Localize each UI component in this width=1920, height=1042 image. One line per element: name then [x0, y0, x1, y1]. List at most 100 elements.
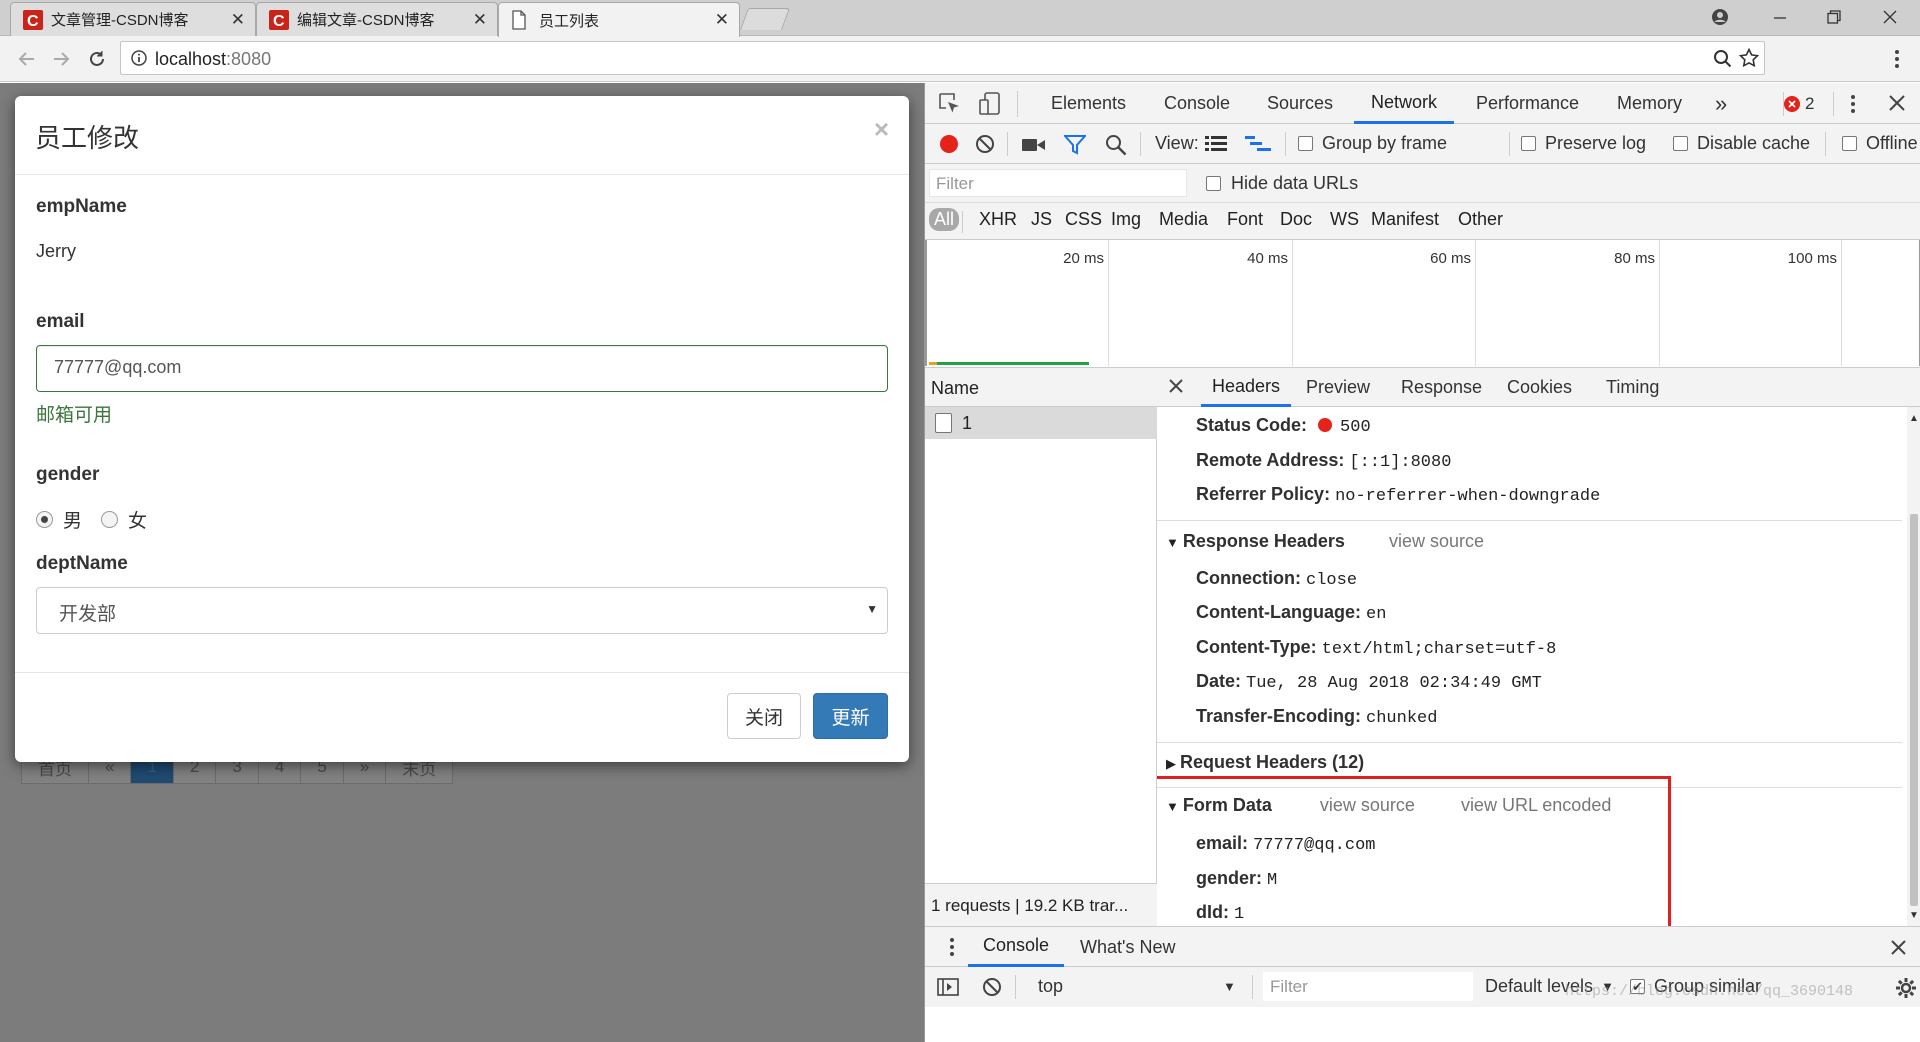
inspect-element-icon[interactable]: [939, 93, 961, 115]
update-button[interactable]: 更新: [813, 693, 888, 739]
screenshot-camera-icon[interactable]: [1022, 137, 1046, 153]
back-icon[interactable]: [12, 44, 42, 74]
zoom-icon[interactable]: [1713, 49, 1733, 69]
email-field[interactable]: 77777@qq.com: [36, 345, 888, 392]
tab-sources[interactable]: Sources: [1267, 83, 1333, 124]
hide-data-urls-toggle[interactable]: Hide data URLs: [1206, 173, 1358, 194]
drawer-tab-console[interactable]: Console: [968, 927, 1065, 967]
context-select[interactable]: top ▼: [1038, 976, 1236, 997]
request-headers-section-title[interactable]: ▶ Request Headers (12): [1166, 752, 1364, 773]
search-icon[interactable]: [1105, 134, 1127, 156]
gender-option-label: 男: [63, 511, 83, 532]
group-similar-toggle[interactable]: ✔ Group similar: [1630, 976, 1761, 997]
type-js[interactable]: JS: [1031, 209, 1052, 230]
filter-funnel-icon[interactable]: [1064, 135, 1086, 155]
bookmark-star-icon[interactable]: [1739, 48, 1759, 68]
type-font[interactable]: Font: [1227, 209, 1263, 230]
offline-toggle[interactable]: Offline: [1842, 133, 1918, 154]
type-manifest[interactable]: Manifest: [1371, 209, 1439, 230]
browser-tab-3-active[interactable]: 员工列表 ✕: [498, 2, 740, 37]
chevron-down-icon: ▼: [1601, 979, 1614, 994]
close-detail-icon[interactable]: [1169, 379, 1183, 393]
close-button[interactable]: 关闭: [727, 693, 801, 739]
reload-icon[interactable]: [82, 44, 112, 74]
type-media[interactable]: Media: [1159, 209, 1208, 230]
device-toolbar-icon[interactable]: [979, 92, 1003, 116]
log-levels-select[interactable]: Default levels ▼: [1485, 976, 1614, 997]
drawer-tab-whats-new[interactable]: What's New: [1080, 927, 1175, 967]
settings-gear-icon[interactable]: [1895, 977, 1917, 999]
close-icon[interactable]: ✕: [473, 10, 487, 30]
tab-headers[interactable]: Headers: [1201, 368, 1292, 407]
record-icon[interactable]: [939, 134, 959, 154]
address-bar[interactable]: localhost:8080: [120, 41, 1765, 75]
scrollbar-thumb[interactable]: [1910, 514, 1918, 906]
tab-cookies[interactable]: Cookies: [1507, 368, 1572, 407]
dept-select[interactable]: 开发部 ▼: [36, 587, 888, 634]
tab-console[interactable]: Console: [1164, 83, 1230, 124]
network-overview-timeline[interactable]: 20 ms 40 ms 60 ms 80 ms 100 ms: [925, 240, 1920, 368]
close-icon[interactable]: ✕: [715, 10, 729, 30]
menu-dots-icon[interactable]: [1882, 44, 1912, 74]
scroll-up-icon[interactable]: ▲: [1909, 413, 1919, 424]
name-column-header[interactable]: Name: [925, 368, 1157, 407]
close-window-icon[interactable]: [1862, 0, 1918, 34]
tab-elements[interactable]: Elements: [1051, 83, 1126, 124]
tab-timing[interactable]: Timing: [1606, 368, 1659, 407]
close-drawer-icon[interactable]: [1891, 940, 1906, 955]
type-xhr[interactable]: XHR: [979, 209, 1017, 230]
forward-icon[interactable]: [46, 44, 76, 74]
tab-memory[interactable]: Memory: [1617, 83, 1682, 124]
more-tabs-icon[interactable]: »: [1715, 83, 1727, 124]
clear-icon[interactable]: [975, 134, 995, 154]
type-other[interactable]: Other: [1458, 209, 1503, 230]
scrollbar[interactable]: ▲ ▼: [1907, 407, 1920, 926]
preserve-log-toggle[interactable]: Preserve log: [1521, 133, 1646, 154]
account-icon[interactable]: [1692, 0, 1748, 34]
toolbar-divider: [1007, 132, 1008, 156]
browser-tab-2[interactable]: C 编辑文章-CSDN博客 ✕: [256, 2, 498, 36]
waterfall-overview-icon[interactable]: [1245, 136, 1271, 152]
new-tab-button[interactable]: [739, 8, 791, 30]
type-ws[interactable]: WS: [1330, 209, 1359, 230]
restore-icon[interactable]: [1806, 0, 1862, 34]
timeline-tick-label: 60 ms: [1430, 250, 1471, 267]
type-all[interactable]: All: [929, 208, 960, 231]
browser-tab-1[interactable]: C 文章管理-CSDN博客 ✕: [10, 2, 256, 36]
response-headers-section-title[interactable]: ▼ Response Headers view source: [1166, 531, 1484, 552]
status-code-row: Status Code: 500: [1196, 415, 1371, 437]
devtools-menu-icon[interactable]: [1850, 94, 1856, 114]
gender-radio-female[interactable]: 女: [101, 506, 147, 533]
type-doc[interactable]: Doc: [1280, 209, 1312, 230]
request-row[interactable]: 1: [925, 407, 1157, 439]
scroll-down-icon[interactable]: ▼: [1909, 910, 1919, 921]
status-error-dot-icon: [1318, 418, 1333, 432]
type-img[interactable]: Img: [1111, 209, 1141, 230]
error-counter[interactable]: 2: [1783, 94, 1814, 114]
modal-close-icon[interactable]: ×: [874, 114, 889, 145]
headers-scroll-area[interactable]: Status Code: 500 Remote Address: [::1]:8…: [1157, 407, 1907, 926]
console-filter-input[interactable]: Filter: [1263, 972, 1473, 1001]
tab-network[interactable]: Network: [1354, 83, 1455, 124]
type-css[interactable]: CSS: [1065, 209, 1102, 230]
clear-console-icon[interactable]: [982, 977, 1002, 997]
close-icon[interactable]: ✕: [231, 10, 245, 30]
gender-radio-male[interactable]: 男: [36, 506, 82, 533]
header-row: Connection: close: [1196, 568, 1358, 590]
tab-performance[interactable]: Performance: [1476, 83, 1579, 124]
network-filter-input[interactable]: Filter: [929, 169, 1187, 197]
tab-response[interactable]: Response: [1401, 368, 1482, 407]
timeline-request-bar: [929, 362, 1089, 365]
disable-cache-label: Disable cache: [1697, 133, 1811, 153]
section-divider: [1157, 520, 1902, 521]
timeline-tick-label: 40 ms: [1247, 250, 1288, 267]
group-by-frame-toggle[interactable]: Group by frame: [1298, 133, 1447, 154]
drawer-menu-icon[interactable]: [949, 937, 955, 957]
sidebar-toggle-icon[interactable]: [937, 978, 959, 996]
large-rows-icon[interactable]: [1205, 136, 1227, 152]
minimize-icon[interactable]: [1752, 0, 1808, 34]
tab-preview[interactable]: Preview: [1306, 368, 1370, 407]
info-icon[interactable]: [131, 50, 147, 66]
disable-cache-toggle[interactable]: Disable cache: [1673, 133, 1810, 154]
close-devtools-icon[interactable]: [1889, 95, 1905, 111]
